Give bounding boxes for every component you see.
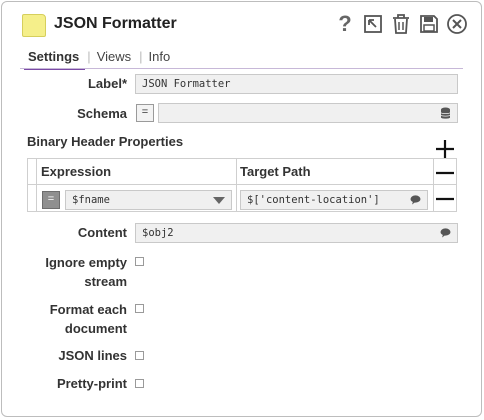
- label-line: document: [64, 321, 127, 336]
- content-input[interactable]: $obj2: [135, 223, 458, 243]
- tab-settings[interactable]: Settings: [24, 48, 86, 70]
- delete-icon[interactable]: [388, 11, 414, 37]
- database-icon[interactable]: [440, 107, 451, 123]
- schema-input[interactable]: [158, 103, 458, 123]
- binary-header-title: Binary Header Properties: [27, 134, 184, 149]
- tab-info[interactable]: Info: [145, 48, 177, 70]
- snap-icon: [22, 14, 46, 37]
- help-icon[interactable]: ?: [332, 11, 358, 37]
- content-field-label: Content: [77, 225, 127, 240]
- json-formatter-dialog: JSON Formatter ? Settings | Views | Info…: [1, 1, 482, 417]
- expression-dropdown[interactable]: $fname: [65, 190, 232, 210]
- expression-value: $fname: [72, 194, 110, 206]
- tab-separator: |: [139, 49, 143, 64]
- close-icon[interactable]: [444, 11, 470, 37]
- help-glyph: ?: [338, 11, 352, 36]
- binary-header-table: Expression Target Path = $fname $['conte…: [27, 158, 457, 212]
- plus-icon[interactable]: [434, 138, 456, 160]
- remove-row-icon[interactable]: [434, 188, 456, 210]
- export-icon[interactable]: [360, 11, 386, 37]
- dropdown-arrow-icon[interactable]: [213, 197, 225, 204]
- column-header-target-path: Target Path: [240, 164, 311, 179]
- pretty-print-label: Pretty-print: [56, 376, 127, 391]
- label-field-label: Label*: [87, 76, 127, 91]
- save-icon[interactable]: [416, 11, 442, 37]
- minus-icon[interactable]: [434, 162, 456, 184]
- label-line: Ignore empty: [45, 255, 127, 270]
- ignore-empty-stream-checkbox[interactable]: [135, 257, 144, 266]
- label-input[interactable]: JSON Formatter: [135, 74, 458, 94]
- comment-icon[interactable]: [410, 195, 421, 208]
- format-each-document-checkbox[interactable]: [135, 304, 144, 313]
- pretty-print-checkbox[interactable]: [135, 379, 144, 388]
- column-divider: [36, 159, 37, 211]
- format-each-document-label: Format each document: [22, 300, 127, 338]
- column-header-expression: Expression: [41, 164, 112, 179]
- json-lines-label: JSON lines: [58, 348, 127, 363]
- tab-underline: [20, 68, 463, 69]
- comment-icon[interactable]: [440, 228, 451, 241]
- column-divider: [236, 159, 237, 211]
- tab-views[interactable]: Views: [93, 48, 137, 70]
- label-line: Format each: [49, 302, 127, 317]
- schema-field-label: Schema: [77, 106, 127, 121]
- label-line: stream: [84, 274, 127, 289]
- tab-separator: |: [87, 49, 91, 64]
- target-path-value: $['content-location']: [247, 194, 380, 206]
- dialog-title: JSON Formatter: [54, 15, 177, 32]
- toolbar: ?: [332, 11, 470, 37]
- ignore-empty-stream-label: Ignore empty stream: [22, 253, 127, 291]
- content-value: $obj2: [142, 227, 174, 239]
- schema-mode-button[interactable]: =: [136, 104, 154, 122]
- tab-bar: Settings | Views | Info: [24, 48, 176, 70]
- target-path-input[interactable]: $['content-location']: [240, 190, 428, 210]
- expression-mode-button[interactable]: =: [42, 191, 60, 209]
- json-lines-checkbox[interactable]: [135, 351, 144, 360]
